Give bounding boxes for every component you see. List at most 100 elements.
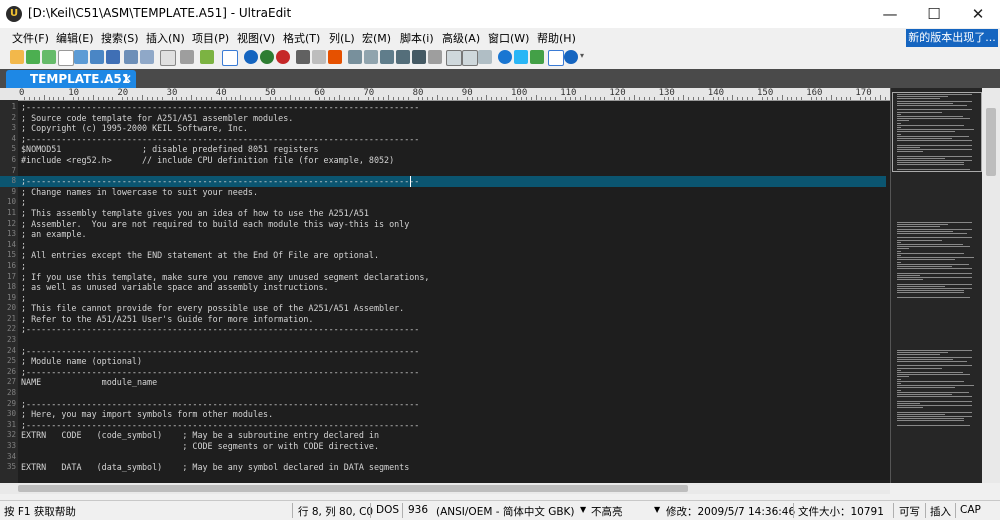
code-line[interactable]: 11; This assembly template gives you an … bbox=[0, 208, 886, 219]
maximize-button[interactable]: ☐ bbox=[912, 0, 956, 28]
menu-project[interactable]: 项目(P) bbox=[192, 30, 229, 46]
menu-advanced[interactable]: 高级(A) bbox=[442, 30, 480, 46]
code-line[interactable]: 20; This file cannot provide for every p… bbox=[0, 303, 886, 314]
menu-help[interactable]: 帮助(H) bbox=[537, 30, 576, 46]
code-area[interactable]: 1;--------------------------------------… bbox=[0, 102, 886, 473]
open-icon[interactable] bbox=[74, 50, 88, 64]
code-line[interactable]: 17; If you use this template, make sure … bbox=[0, 272, 886, 283]
ultraedit-app-icon[interactable]: U bbox=[6, 6, 22, 22]
forward-icon[interactable] bbox=[42, 50, 56, 64]
code-line[interactable]: 29;-------------------------------------… bbox=[0, 399, 886, 410]
code-line[interactable]: 14; bbox=[0, 240, 886, 251]
menu-search[interactable]: 搜索(S) bbox=[101, 30, 139, 46]
code-line[interactable]: 1;--------------------------------------… bbox=[0, 102, 886, 113]
status-encoding[interactable]: (ANSI/OEM - 简体中文 GBK) bbox=[436, 504, 575, 519]
code-line[interactable]: 5$NOMOD51 ; disable predefined 8051 regi… bbox=[0, 144, 886, 155]
back-icon[interactable] bbox=[26, 50, 40, 64]
code-line[interactable]: 15; All entries except the END statement… bbox=[0, 250, 886, 261]
menu-window[interactable]: 窗口(W) bbox=[488, 30, 529, 46]
close-button[interactable]: ✕ bbox=[956, 0, 1000, 28]
compare-icon[interactable] bbox=[276, 50, 290, 64]
find-in-files-icon[interactable] bbox=[412, 50, 426, 64]
highlight-dropdown-icon[interactable]: ▼ bbox=[654, 505, 660, 514]
minimize-button[interactable]: — bbox=[868, 0, 912, 28]
save-icon[interactable] bbox=[106, 50, 120, 64]
vertical-scrollbar[interactable] bbox=[982, 88, 1000, 483]
vertical-scroll-thumb[interactable] bbox=[986, 108, 996, 176]
menu-edit[interactable]: 编辑(E) bbox=[56, 30, 94, 46]
status-mode[interactable]: 可写 bbox=[899, 504, 920, 519]
encoding-dropdown-icon[interactable]: ▼ bbox=[580, 505, 586, 514]
find-icon[interactable] bbox=[348, 50, 362, 64]
code-line[interactable]: 28 bbox=[0, 388, 886, 399]
code-line[interactable]: 35EXTRN DATA (data_symbol) ; May be any … bbox=[0, 462, 886, 473]
menu-insert[interactable]: 插入(N) bbox=[146, 30, 185, 46]
code-line[interactable]: 2; Source code template for A251/A51 ass… bbox=[0, 113, 886, 124]
status-line-ending[interactable]: DOS bbox=[376, 504, 399, 516]
word-wrap-icon[interactable] bbox=[180, 50, 194, 64]
tab-close-icon[interactable]: ✕ bbox=[122, 72, 132, 86]
code-line[interactable]: 27NAME module_name bbox=[0, 377, 886, 388]
cut-icon[interactable] bbox=[296, 50, 310, 64]
spell-check-icon[interactable] bbox=[244, 50, 258, 64]
properties-icon[interactable] bbox=[160, 50, 176, 66]
copy-icon[interactable] bbox=[312, 50, 326, 64]
tile-horizontal-icon[interactable] bbox=[446, 50, 462, 66]
hex-mode-icon[interactable] bbox=[222, 50, 238, 66]
code-line[interactable]: 34 bbox=[0, 452, 886, 463]
code-line[interactable]: 7 bbox=[0, 166, 886, 177]
web-browser-icon[interactable] bbox=[498, 50, 512, 64]
print-preview-icon[interactable] bbox=[140, 50, 154, 64]
new-file-icon[interactable] bbox=[10, 50, 24, 64]
goto-icon[interactable] bbox=[428, 50, 442, 64]
status-insert[interactable]: 插入 bbox=[930, 504, 951, 519]
code-line[interactable]: 30; Here, you may import symbols form ot… bbox=[0, 409, 886, 420]
status-codepage[interactable]: 936 bbox=[408, 504, 428, 516]
code-line[interactable]: 22;-------------------------------------… bbox=[0, 324, 886, 335]
paste-icon[interactable] bbox=[328, 50, 342, 64]
ftp-icon[interactable] bbox=[260, 50, 274, 64]
code-line[interactable]: 6#include <reg52.h> // include CPU defin… bbox=[0, 155, 886, 166]
menu-format[interactable]: 格式(T) bbox=[283, 30, 320, 46]
code-line[interactable]: 25; Module name (optional) bbox=[0, 356, 886, 367]
code-line[interactable]: 23 bbox=[0, 335, 886, 346]
code-line[interactable]: 18; as well as unused variable space and… bbox=[0, 282, 886, 293]
code-line[interactable]: 12; Assembler. You are not required to b… bbox=[0, 219, 886, 230]
code-line[interactable]: 4;--------------------------------------… bbox=[0, 134, 886, 145]
menu-script[interactable]: 脚本(i) bbox=[400, 30, 434, 46]
code-line[interactable]: 31;-------------------------------------… bbox=[0, 420, 886, 431]
code-editor[interactable]: 0102030405060708090100110120130140150160… bbox=[0, 88, 890, 483]
code-line[interactable]: 9; Change names in lowercase to suit you… bbox=[0, 187, 886, 198]
code-line[interactable]: 19; bbox=[0, 293, 886, 304]
code-line[interactable]: 33 ; CODE segments or with CODE directiv… bbox=[0, 441, 886, 452]
menu-macro[interactable]: 宏(M) bbox=[362, 30, 391, 46]
horizontal-scroll-thumb[interactable] bbox=[18, 485, 688, 492]
code-line[interactable]: 3; Copyright (c) 1995-2000 KEIL Software… bbox=[0, 123, 886, 134]
menu-column[interactable]: 列(L) bbox=[329, 30, 355, 46]
horizontal-scrollbar[interactable] bbox=[0, 483, 890, 494]
menu-file[interactable]: 文件(F) bbox=[12, 30, 49, 46]
find-next-icon[interactable] bbox=[364, 50, 378, 64]
minimap[interactable] bbox=[890, 88, 983, 483]
code-line[interactable]: 26;-------------------------------------… bbox=[0, 367, 886, 378]
toolbar-overflow-icon[interactable]: ▾ bbox=[580, 51, 584, 60]
new-version-button[interactable]: 新的版本出现了... bbox=[906, 29, 998, 47]
help-icon[interactable] bbox=[564, 50, 578, 64]
code-line[interactable]: 8;--------------------------------------… bbox=[0, 176, 886, 187]
tile-vertical-icon[interactable] bbox=[462, 50, 478, 66]
tab-template-a51[interactable]: TEMPLATE.A51 ✕ bbox=[6, 70, 136, 88]
find-prev-icon[interactable] bbox=[380, 50, 394, 64]
menu-view[interactable]: 视图(V) bbox=[237, 30, 275, 46]
code-line[interactable]: 24;-------------------------------------… bbox=[0, 346, 886, 357]
status-highlight[interactable]: 不高亮 bbox=[591, 504, 623, 519]
tools-icon[interactable] bbox=[514, 50, 528, 64]
code-line[interactable]: 32EXTRN CODE (code_symbol) ; May be a su… bbox=[0, 430, 886, 441]
code-line[interactable]: 10; bbox=[0, 197, 886, 208]
code-line[interactable]: 21; Refer to the A51/A251 User's Guide f… bbox=[0, 314, 886, 325]
refresh-icon[interactable] bbox=[530, 50, 544, 64]
options-icon[interactable] bbox=[548, 50, 564, 66]
column-mode-icon[interactable] bbox=[200, 50, 214, 64]
print-icon[interactable] bbox=[124, 50, 138, 64]
cascade-icon[interactable] bbox=[478, 50, 492, 64]
code-line[interactable]: 13; an example. bbox=[0, 229, 886, 240]
